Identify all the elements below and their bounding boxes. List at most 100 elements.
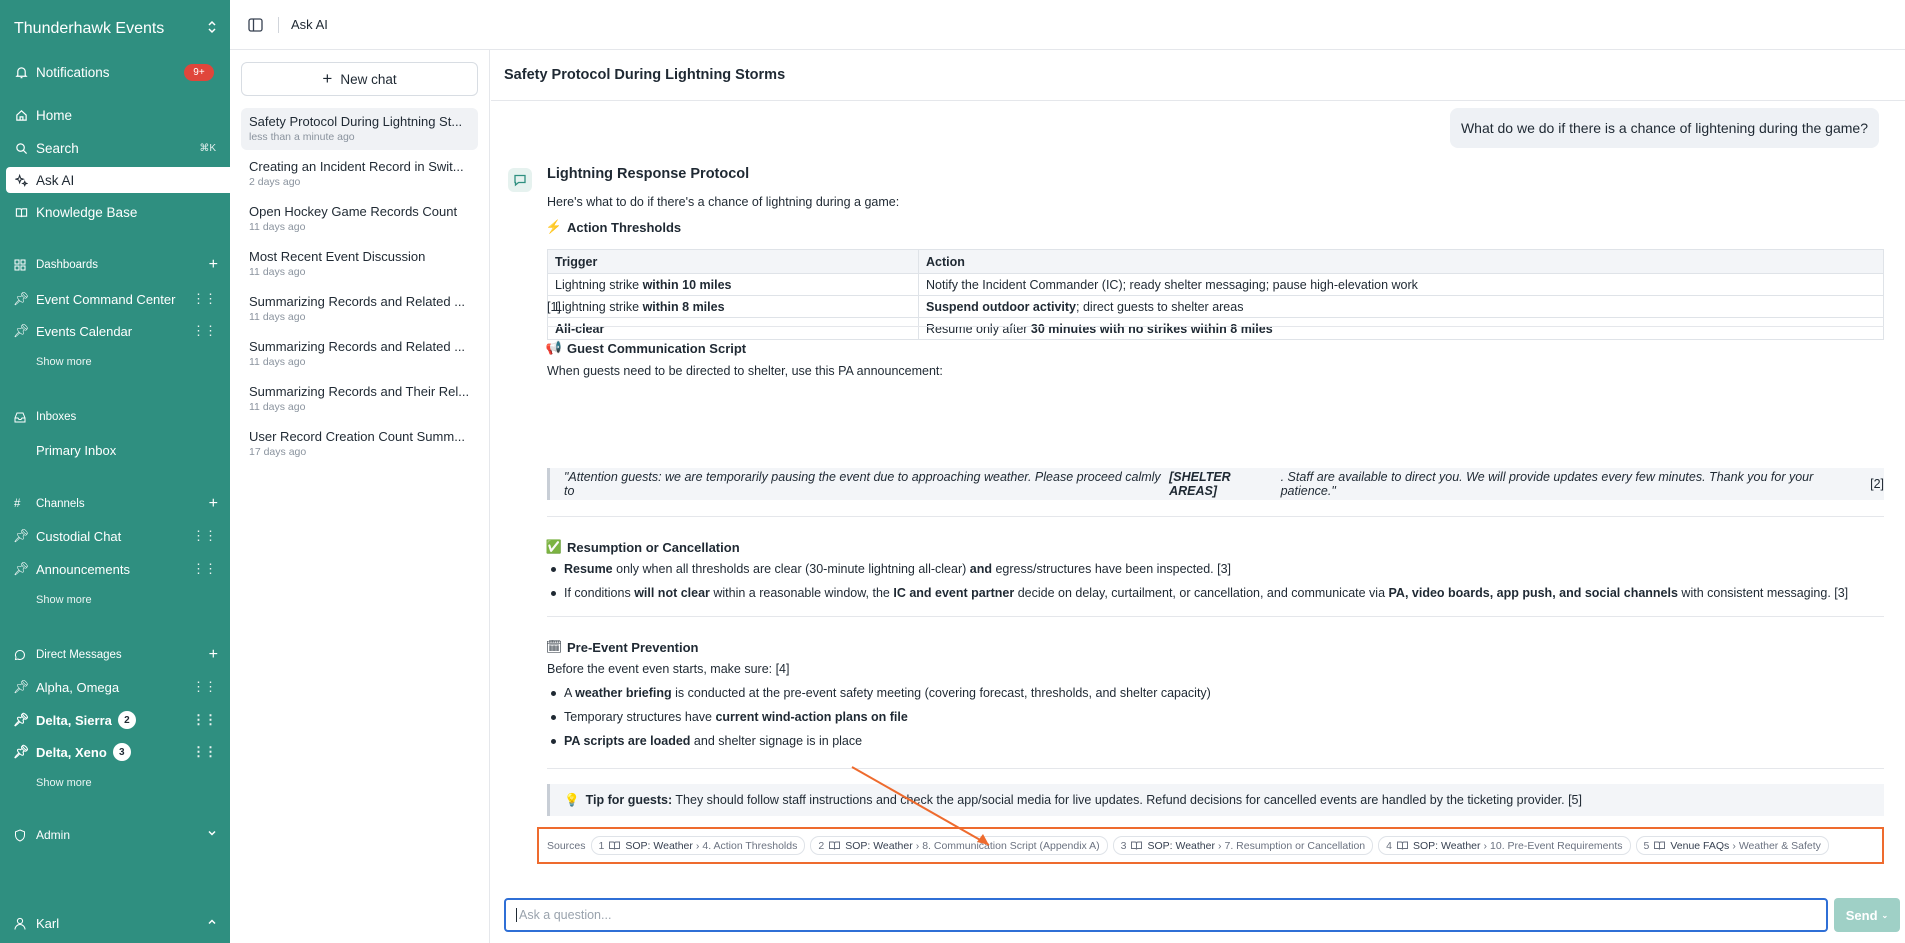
notification-badge: 9+ (184, 63, 214, 81)
chat-main: Safety Protocol During Lightning Storms … (491, 50, 1905, 943)
dashboard-item[interactable]: 📌︎ Events Calendar ⋮⋮ (13, 320, 218, 342)
chat-item[interactable]: User Record Creation Count Summ... 17 da… (241, 423, 478, 465)
drag-handle-icon[interactable]: ⋮⋮ (192, 528, 217, 544)
annotation-arrow-icon (851, 766, 990, 846)
nav-home[interactable]: Home (6, 102, 230, 128)
section-heading-guest-comm: 📢 Guest Communication Script (545, 340, 1884, 356)
nav-knowledge-base[interactable]: Knowledge Base (6, 199, 230, 225)
quote-bold: [SHELTER AREAS] (1169, 470, 1231, 498)
megaphone-icon: 📢 (545, 340, 563, 355)
text: A (564, 686, 576, 700)
chat-date: 11 days ago (249, 356, 306, 368)
text: within a reasonable window, the (709, 586, 894, 600)
dm-item[interactable]: 📌︎ Delta, Sierra 2 ⋮⋮ (12, 709, 218, 731)
bold-text: current wind-action plans on file (715, 710, 908, 724)
chat-item[interactable]: Safety Protocol During Lightning St... l… (241, 108, 478, 150)
bold-text: IC and event partner (893, 586, 1015, 600)
text: is conducted at the pre-event safety mee… (671, 686, 1211, 700)
citation-link[interactable]: [2] (1867, 477, 1884, 491)
list-item: Temporary structures have current wind-a… (547, 710, 908, 724)
chevron-down-icon (206, 827, 218, 843)
text: only when all thresholds are clear (30-m… (612, 562, 970, 576)
section-admin[interactable]: Admin (14, 826, 218, 844)
book-icon (829, 841, 841, 850)
section-title: Action Thresholds (567, 219, 682, 235)
send-label: Send (1845, 907, 1878, 923)
add-channel-icon[interactable]: + (209, 496, 218, 512)
hash-icon: # (14, 498, 21, 510)
channel-item[interactable]: 📌︎ Announcements ⋮⋮ (12, 558, 218, 580)
user-menu[interactable]: Karl (14, 914, 218, 932)
chat-date: less than a minute ago (249, 131, 355, 143)
chat-item[interactable]: Summarizing Records and Their Rel... 11 … (241, 378, 478, 420)
table-cell: All-clear (547, 317, 919, 340)
pin-icon: 📌︎ (12, 679, 30, 694)
dashboard-item[interactable]: 📌︎ Event Command Center ⋮⋮ (13, 288, 218, 310)
channel-item[interactable]: 📌︎ Custodial Chat ⋮⋮ (13, 525, 218, 547)
answer-heading: Lightning Response Protocol (547, 166, 750, 182)
list-item: If conditions will not clear within a re… (547, 586, 1848, 600)
chat-item[interactable]: Most Recent Event Discussion 11 days ago (241, 243, 478, 285)
dashboard-icon (14, 259, 28, 271)
pin-icon: 📌︎ (12, 744, 30, 759)
chat-title: Most Recent Event Discussion (249, 249, 426, 264)
chat-item[interactable]: Summarizing Records and Related ... 11 d… (241, 333, 478, 375)
drag-handle-icon[interactable]: ⋮⋮ (192, 712, 217, 728)
workspace-switcher[interactable]: Thunderhawk Events (14, 18, 218, 40)
show-more-dashboards[interactable]: Show more (36, 356, 92, 368)
inbox-item[interactable]: Primary Inbox (14, 439, 218, 461)
item-label: Events Calendar (36, 323, 133, 339)
chat-item[interactable]: Open Hockey Game Records Count 11 days a… (241, 198, 478, 240)
section-label: Admin (36, 828, 71, 842)
drag-handle-icon[interactable]: ⋮⋮ (192, 679, 217, 695)
sidebar-toggle-icon[interactable] (246, 16, 264, 34)
dm-item[interactable]: 📌︎ Alpha, Omega ⋮⋮ (12, 676, 218, 698)
citation-link[interactable]: [1] (547, 300, 1884, 314)
chevron-down-icon: ⌄ (1881, 910, 1889, 920)
cell-bold: 30 minutes with no strikes within 8 mile… (1030, 321, 1273, 336)
drag-handle-icon[interactable]: ⋮⋮ (192, 744, 217, 760)
add-dm-icon[interactable]: + (209, 647, 218, 663)
text: decide on delay, curtailment, or cancell… (1014, 586, 1389, 600)
assistant-message-icon (508, 168, 532, 192)
shield-icon (14, 828, 28, 842)
pin-icon: 📌︎ (12, 712, 30, 727)
column-header: Action (918, 249, 1884, 274)
show-more-channels[interactable]: Show more (36, 594, 92, 606)
chat-title: Summarizing Records and Related ... (249, 294, 466, 309)
dm-item[interactable]: 📌︎ Delta, Xeno 3 ⋮⋮ (12, 741, 218, 763)
table-cell: Lightning strike within 10 miles (547, 273, 919, 296)
pa-announcement-quote: "Attention guests: we are temporarily pa… (547, 468, 1884, 500)
source-section: 10. Pre-Event Requirements (1490, 839, 1623, 852)
source-chip[interactable]: 5 Venue FAQs › Weather & Safety (1635, 836, 1829, 855)
source-chip[interactable]: 1 SOP: Weather › 4. Action Thresholds (590, 836, 806, 855)
chat-title: Summarizing Records and Their Rel... (249, 384, 470, 399)
drag-handle-icon[interactable]: ⋮⋮ (192, 323, 217, 339)
new-chat-button[interactable]: + New chat (241, 62, 478, 96)
source-doc: SOP: Weather (625, 839, 693, 852)
lightbulb-icon: 💡 (564, 792, 580, 807)
sources-label: Sources (547, 839, 586, 852)
send-button[interactable]: Send ⌄ (1834, 898, 1900, 932)
show-more-dms[interactable]: Show more (36, 777, 92, 789)
nav-notifications[interactable]: Notifications 9+ (6, 59, 230, 85)
add-dashboard-icon[interactable]: + (209, 257, 218, 273)
breadcrumb: Ask AI (291, 17, 328, 32)
chat-title: Open Hockey Game Records Count (249, 204, 458, 219)
drag-handle-icon[interactable]: ⋮⋮ (192, 291, 217, 307)
answer-intro: Here's what to do if there's a chance of… (547, 195, 900, 209)
top-bar: Ask AI (230, 0, 1905, 50)
nav-search[interactable]: Search ⌘K (6, 135, 230, 161)
pin-icon: 📌︎ (12, 561, 30, 576)
chat-item[interactable]: Summarizing Records and Related ... 11 d… (241, 288, 478, 330)
drag-handle-icon[interactable]: ⋮⋮ (192, 561, 217, 577)
source-chip[interactable]: 3 SOP: Weather › 7. Resumption or Cancella… (1112, 836, 1374, 855)
question-input[interactable]: Ask a question... (504, 898, 1828, 932)
chat-item[interactable]: Creating an Incident Record in Swit... 2… (241, 153, 478, 195)
nav-ask-ai[interactable]: Ask AI (6, 167, 230, 193)
item-label: Custodial Chat (36, 528, 122, 544)
unread-badge: 3 (112, 743, 131, 761)
source-doc: Venue FAQs (1670, 839, 1730, 852)
source-chip[interactable]: 4 SOP: Weather › 10. Pre-Event Requirement… (1378, 836, 1631, 855)
cell-bold: within 10 miles (642, 277, 732, 292)
